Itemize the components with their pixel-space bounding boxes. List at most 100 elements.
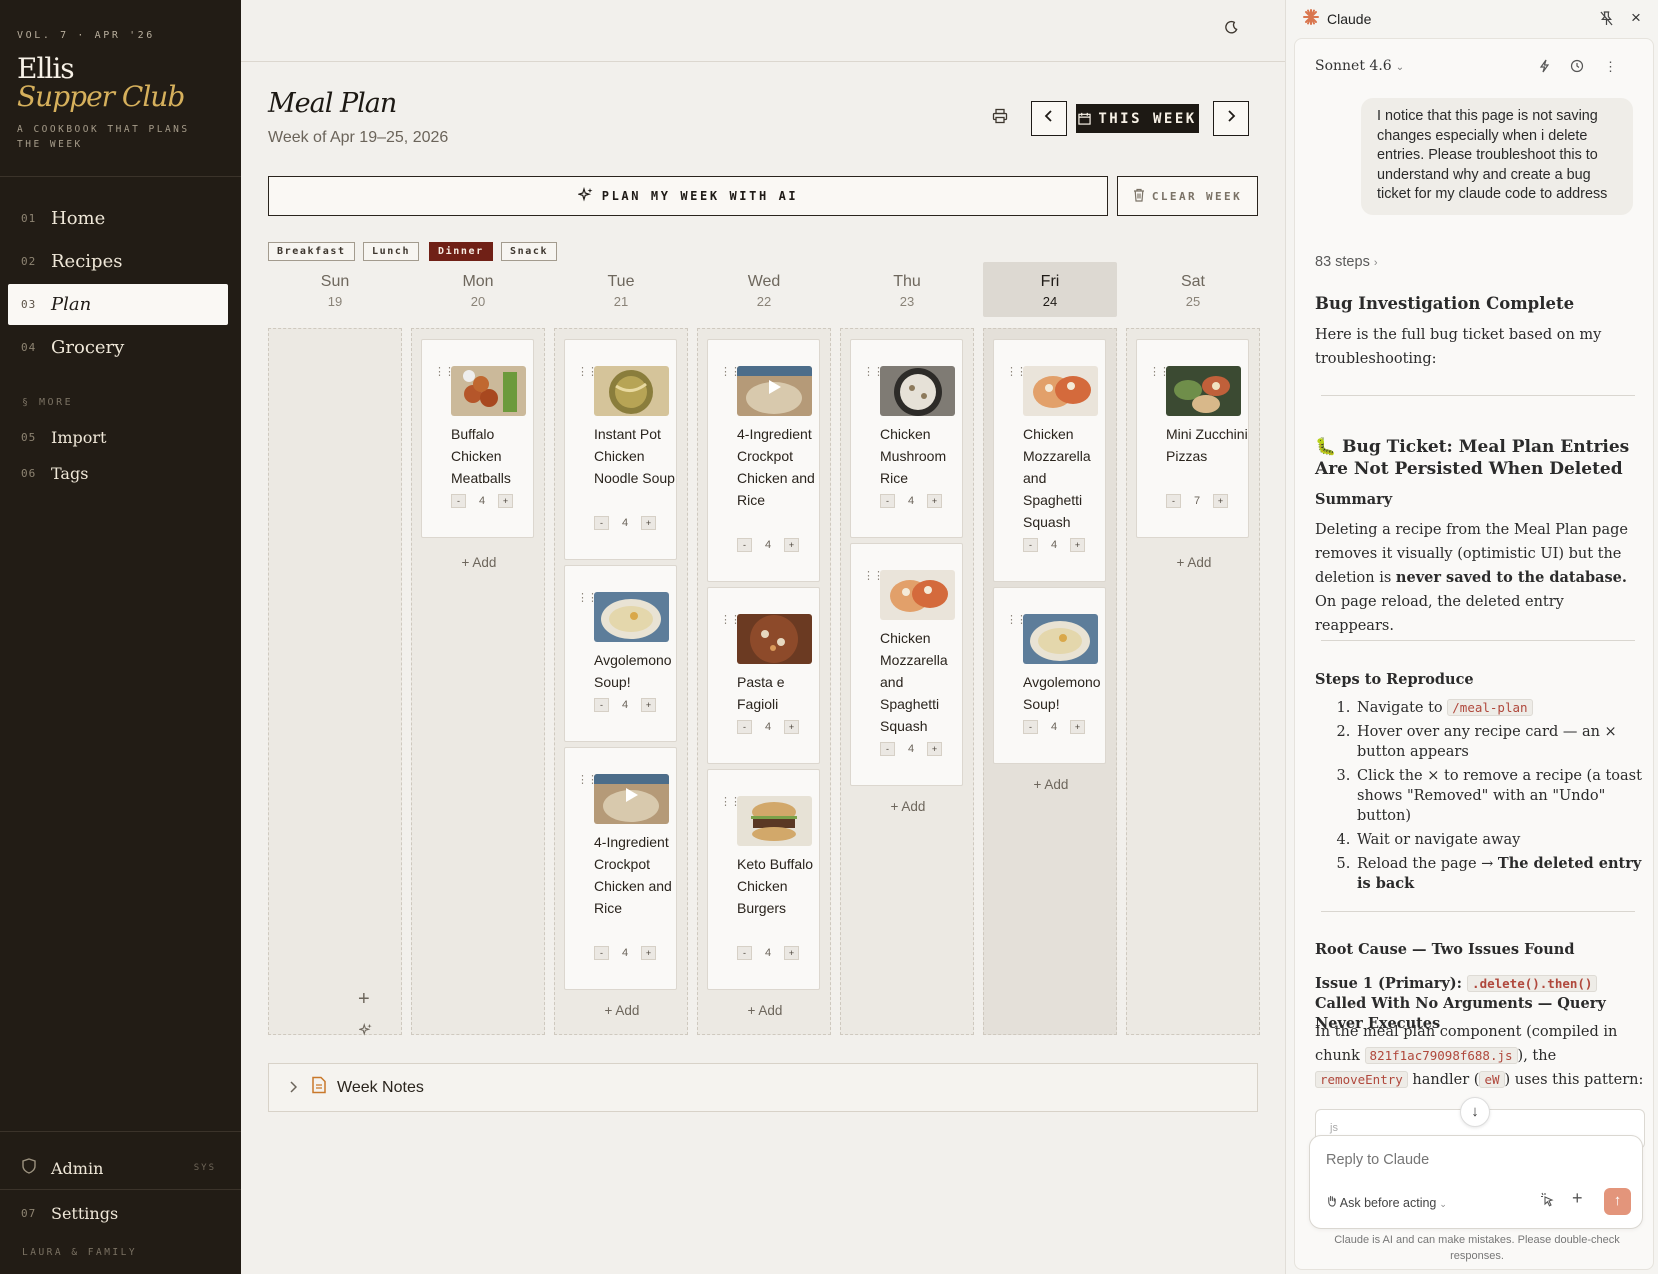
increase-servings-button[interactable]: + bbox=[641, 516, 656, 530]
decrease-servings-button[interactable]: - bbox=[737, 946, 752, 960]
cursor-click-icon[interactable] bbox=[1540, 1192, 1554, 1211]
add-meal-button[interactable]: + Add bbox=[412, 555, 546, 570]
nav-item-recipes[interactable]: 02 Recipes bbox=[8, 241, 228, 282]
nav-label: Import bbox=[51, 427, 107, 447]
recipe-name[interactable]: Avgolemono Soup! bbox=[1023, 671, 1107, 715]
increase-servings-button[interactable]: + bbox=[1213, 494, 1228, 508]
increase-servings-button[interactable]: + bbox=[784, 538, 799, 552]
recipe-name[interactable]: Avgolemono Soup! bbox=[594, 649, 678, 693]
add-meal-button[interactable]: + Add bbox=[555, 1003, 689, 1018]
clear-week-button[interactable]: CLEAR WEEK bbox=[1117, 176, 1258, 216]
meal-card[interactable]: ⋮⋮ Keto Buffalo Chicken Burgers -4 + bbox=[707, 769, 820, 990]
decrease-servings-button[interactable]: - bbox=[594, 946, 609, 960]
recipe-name[interactable]: Keto Buffalo Chicken Burgers bbox=[737, 853, 821, 919]
close-icon[interactable]: × bbox=[1631, 8, 1641, 28]
decrease-servings-button[interactable]: - bbox=[594, 516, 609, 530]
nav-item-plan[interactable]: 03 Plan bbox=[8, 284, 228, 325]
decrease-servings-button[interactable]: - bbox=[737, 720, 752, 734]
printer-icon[interactable] bbox=[989, 108, 1011, 130]
add-meal-button[interactable]: + Add bbox=[698, 1003, 832, 1018]
meal-type-snack[interactable]: Snack bbox=[501, 242, 558, 261]
increase-servings-button[interactable]: + bbox=[927, 494, 942, 508]
add-meal-button[interactable]: + Add bbox=[841, 799, 975, 814]
decrease-servings-button[interactable]: - bbox=[1023, 720, 1038, 734]
decrease-servings-button[interactable]: - bbox=[451, 494, 466, 508]
meal-card[interactable]: ⋮⋮ Buffalo Chicken Meatballs -4 + bbox=[421, 339, 534, 538]
increase-servings-button[interactable]: + bbox=[1070, 538, 1085, 552]
decrease-servings-button[interactable]: - bbox=[594, 698, 609, 712]
permission-mode-label: Ask before acting bbox=[1339, 1196, 1437, 1210]
plan-week-ai-button[interactable]: PLAN MY WEEK WITH AI bbox=[268, 176, 1108, 216]
increase-servings-button[interactable]: + bbox=[784, 946, 799, 960]
history-icon[interactable] bbox=[1570, 59, 1584, 76]
week-notes-label: Week Notes bbox=[337, 1078, 424, 1096]
model-selector[interactable]: Sonnet 4.6 ⌄ bbox=[1315, 58, 1404, 74]
send-button[interactable]: ↑ bbox=[1604, 1188, 1631, 1215]
nav-label: Plan bbox=[51, 294, 92, 315]
recipe-name[interactable]: Pasta e Fagioli bbox=[737, 671, 821, 715]
day-column-sat[interactable]: ⋮⋮ Mini Zucchini Pizzas -7 + + Add bbox=[1126, 328, 1260, 1035]
meal-card[interactable]: ⋮⋮ Chicken Mozzarella and Spaghetti Squa… bbox=[850, 543, 963, 786]
plus-icon[interactable]: + bbox=[1572, 1188, 1583, 1209]
meal-card[interactable]: ⋮⋮ 4-Ingredient Crockpot Chicken and Ric… bbox=[707, 339, 820, 582]
previous-week-button[interactable] bbox=[1031, 101, 1067, 136]
more-options-icon[interactable]: ⋮ bbox=[1604, 59, 1617, 75]
day-column-tue[interactable]: ⋮⋮ Instant Pot Chicken Noodle Soup -4 + ⋮… bbox=[554, 328, 688, 1035]
increase-servings-button[interactable]: + bbox=[784, 720, 799, 734]
meal-card[interactable]: ⋮⋮ Chicken Mushroom Rice -4 + bbox=[850, 339, 963, 538]
increase-servings-button[interactable]: + bbox=[927, 742, 942, 756]
increase-servings-button[interactable]: + bbox=[1070, 720, 1085, 734]
nav-item-grocery[interactable]: 04 Grocery bbox=[8, 327, 228, 368]
decrease-servings-button[interactable]: - bbox=[1166, 494, 1181, 508]
moon-icon[interactable] bbox=[1220, 20, 1242, 42]
unpin-icon[interactable] bbox=[1600, 11, 1613, 29]
permission-mode-selector[interactable]: Ask before acting ⌄ bbox=[1326, 1195, 1447, 1210]
steps-toggle[interactable]: 83 steps › bbox=[1315, 254, 1378, 270]
arrow-down-icon[interactable]: ↓ bbox=[1460, 1097, 1490, 1127]
meal-card[interactable]: ⋮⋮ Instant Pot Chicken Noodle Soup -4 + bbox=[564, 339, 677, 560]
meal-card[interactable]: ⋮⋮ Avgolemono Soup! -4 + bbox=[993, 587, 1106, 764]
meal-card[interactable]: ⋮⋮ 4-Ingredient Crockpot Chicken and Ric… bbox=[564, 747, 677, 990]
recipe-name[interactable]: Chicken Mushroom Rice bbox=[880, 423, 964, 489]
nav-item-tags[interactable]: 06 Tags bbox=[8, 455, 228, 491]
meal-card[interactable]: ⋮⋮ Pasta e Fagioli -4 + bbox=[707, 587, 820, 764]
day-column-thu[interactable]: ⋮⋮ Chicken Mushroom Rice -4 + ⋮⋮ Chicken … bbox=[840, 328, 974, 1035]
nav-item-home[interactable]: 01 Home bbox=[8, 198, 228, 239]
recipe-name[interactable]: Chicken Mozzarella and Spaghetti Squash bbox=[1023, 423, 1107, 533]
meal-card[interactable]: ⋮⋮ Mini Zucchini Pizzas -7 + bbox=[1136, 339, 1249, 538]
recipe-name[interactable]: 4-Ingredient Crockpot Chicken and Rice bbox=[594, 831, 678, 919]
lightning-icon[interactable] bbox=[1539, 59, 1550, 76]
recipe-name[interactable]: Chicken Mozzarella and Spaghetti Squash bbox=[880, 627, 964, 737]
sparkle-icon[interactable] bbox=[358, 1022, 373, 1040]
decrease-servings-button[interactable]: - bbox=[1023, 538, 1038, 552]
meal-type-breakfast[interactable]: Breakfast bbox=[268, 242, 355, 261]
day-column-sun[interactable]: + bbox=[268, 328, 402, 1036]
reply-input[interactable] bbox=[1326, 1152, 1606, 1168]
add-meal-button[interactable]: + Add bbox=[1127, 555, 1261, 570]
day-column-wed[interactable]: ⋮⋮ 4-Ingredient Crockpot Chicken and Ric… bbox=[697, 328, 831, 1035]
recipe-name[interactable]: 4-Ingredient Crockpot Chicken and Rice bbox=[737, 423, 821, 511]
plus-icon[interactable]: + bbox=[358, 988, 370, 1011]
add-meal-button[interactable]: + Add bbox=[984, 777, 1118, 792]
meal-card[interactable]: ⋮⋮ Avgolemono Soup! -4 + bbox=[564, 565, 677, 742]
nav-item-import[interactable]: 05 Import bbox=[8, 419, 228, 455]
week-notes-toggle[interactable]: Week Notes bbox=[268, 1063, 1258, 1112]
increase-servings-button[interactable]: + bbox=[498, 494, 513, 508]
increase-servings-button[interactable]: + bbox=[641, 698, 656, 712]
day-column-fri[interactable]: ⋮⋮ Chicken Mozzarella and Spaghetti Squa… bbox=[983, 328, 1117, 1035]
this-week-button[interactable]: THIS WEEK bbox=[1076, 104, 1199, 133]
recipe-name[interactable]: Instant Pot Chicken Noodle Soup bbox=[594, 423, 678, 489]
decrease-servings-button[interactable]: - bbox=[880, 742, 895, 756]
increase-servings-button[interactable]: + bbox=[641, 946, 656, 960]
recipe-name[interactable]: Buffalo Chicken Meatballs bbox=[451, 423, 535, 489]
decrease-servings-button[interactable]: - bbox=[880, 494, 895, 508]
nav-item-admin[interactable]: Admin SYS bbox=[8, 1148, 228, 1188]
recipe-name[interactable]: Mini Zucchini Pizzas bbox=[1166, 423, 1250, 467]
meal-card[interactable]: ⋮⋮ Chicken Mozzarella and Spaghetti Squa… bbox=[993, 339, 1106, 582]
meal-type-lunch[interactable]: Lunch bbox=[363, 242, 420, 261]
meal-type-dinner[interactable]: Dinner bbox=[429, 242, 493, 261]
day-column-mon[interactable]: ⋮⋮ Buffalo Chicken Meatballs -4 + + Add bbox=[411, 328, 545, 1035]
decrease-servings-button[interactable]: - bbox=[737, 538, 752, 552]
nav-item-settings[interactable]: 07 Settings bbox=[8, 1193, 228, 1233]
next-week-button[interactable] bbox=[1213, 101, 1249, 136]
